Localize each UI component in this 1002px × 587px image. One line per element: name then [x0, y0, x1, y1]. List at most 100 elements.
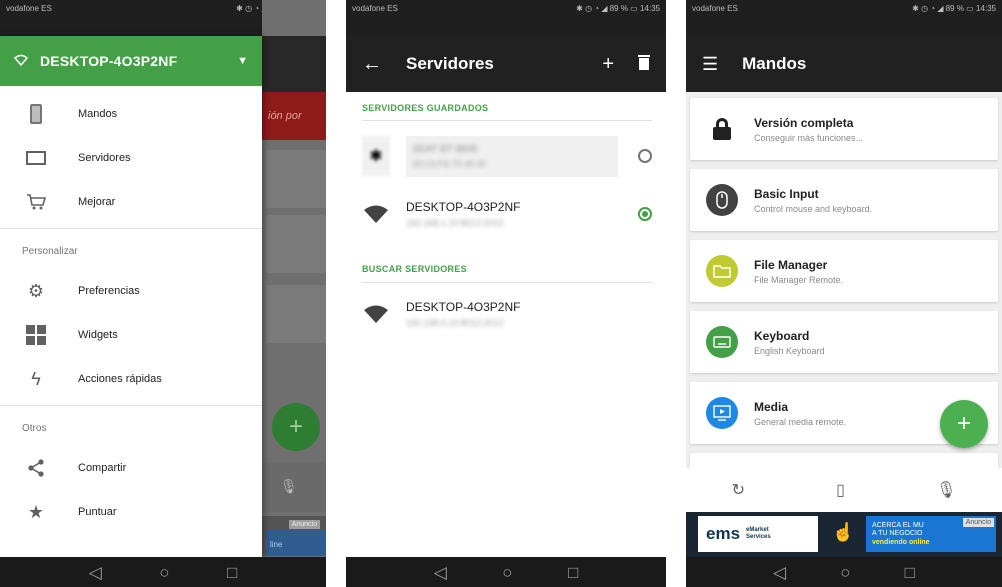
phone-screen-servers: vodafone ES ✱ ◷ ◔ ◢ 89 % ▭ 14:35 ← Servi…: [346, 0, 666, 587]
phone-screen-remotes: vodafone ES ✱ ◷ ◔ ◢ 89 % ▭ 14:35 ☰ Mando…: [686, 0, 1002, 587]
divider: [362, 120, 652, 121]
share-icon: [22, 459, 50, 477]
remote-subtitle: English Keyboard: [754, 345, 825, 356]
saved-server-row[interactable]: DESKTOP-4O3P2NF 192.168.1.10:8012:2012: [362, 188, 652, 240]
carrier-label: vodafone ES: [352, 4, 398, 13]
navigation-drawer: DESKTOP-4O3P2NF ▼ Mandos Servidores Mejo…: [0, 36, 262, 557]
saved-server-row[interactable]: ✱ SEAT BT 8845 30:C6:F6:75:45:4F: [362, 130, 652, 182]
ad-line: vendiendo online: [872, 538, 930, 546]
folder-icon: [706, 255, 738, 287]
home-icon[interactable]: ○: [840, 564, 850, 581]
background-banner: ión por: [262, 92, 326, 140]
server-name: DESKTOP-4O3P2NF: [406, 200, 521, 214]
drawer-item-servidores[interactable]: Servidores: [0, 136, 262, 180]
back-icon[interactable]: ◁: [773, 564, 786, 581]
server-info: SEAT BT 8845 30:C6:F6:75:45:4F: [406, 135, 618, 177]
server-info: DESKTOP-4O3P2NF 192.168.0.10:8012:2012: [406, 300, 652, 328]
mouse-icon: [706, 184, 738, 216]
mic-icon[interactable]: 🎙: [936, 480, 956, 500]
ad-brand-sub: eMarket Services: [746, 527, 771, 540]
back-icon[interactable]: ◁: [89, 564, 102, 581]
drawer-item-puntuar[interactable]: ★ Puntuar: [0, 490, 262, 534]
system-nav-bar: ◁ ○ □: [686, 557, 1002, 587]
ad-tag[interactable]: Anuncio: [962, 518, 994, 527]
trash-icon[interactable]: [638, 54, 650, 74]
remote-card-text: Versión completa Conseguir más funciones…: [754, 116, 863, 143]
drawer-item-mandos[interactable]: Mandos: [0, 92, 262, 136]
wifi-icon: [362, 205, 390, 223]
status-icons: ✱ ◷ ◔ ◢ 89 % ▭ 14:35: [912, 4, 996, 13]
remote-card-full-version[interactable]: Versión completa Conseguir más funciones…: [690, 98, 998, 160]
ad-brand-sub-line: eMarket: [746, 527, 769, 534]
remote-card-basic-input[interactable]: Basic Input Control mouse and keyboard.: [690, 169, 998, 231]
cursor-icon: ☝: [832, 522, 855, 542]
back-icon[interactable]: ◁: [434, 564, 447, 581]
status-bar: vodafone ES ✱ ◷ ◔ ◢ 89 % ▭ 14:35: [346, 0, 666, 36]
recents-icon[interactable]: □: [905, 564, 915, 581]
remote-subtitle: General media remote.: [754, 416, 847, 427]
drawer-item-label: Preferencias: [78, 285, 140, 297]
radio-button-selected[interactable]: [638, 207, 652, 221]
widgets-icon: [22, 325, 50, 345]
divider: [0, 405, 262, 406]
remote-subtitle: Control mouse and keyboard.: [754, 203, 873, 214]
remote-subtitle: File Manager Remote.: [754, 274, 844, 285]
cart-icon: [22, 193, 50, 211]
background-ad: Anuncio line: [262, 516, 326, 556]
remote-card-file-manager[interactable]: File Manager File Manager Remote.: [690, 240, 998, 302]
battery-label: 89 %: [609, 4, 628, 13]
drawer-item-label: Puntuar: [78, 506, 117, 518]
drawer-item-widgets[interactable]: Widgets: [0, 313, 262, 357]
remote-card-keyboard[interactable]: Keyboard English Keyboard: [690, 311, 998, 373]
monitor-icon: [22, 151, 50, 165]
drawer-server-name: DESKTOP-4O3P2NF: [40, 53, 178, 69]
remote-subtitle: Conseguir más funciones...: [754, 132, 864, 143]
drawer-header[interactable]: DESKTOP-4O3P2NF ▼: [0, 36, 262, 86]
drawer-item-label: Mejorar: [78, 196, 116, 208]
remote-title: Basic Input: [754, 186, 819, 201]
add-icon[interactable]: +: [602, 54, 614, 74]
drawer-item-acciones-rapidas[interactable]: ϟ Acciones rápidas: [0, 357, 262, 401]
back-arrow-icon[interactable]: ←: [362, 54, 382, 74]
ad-logo: ems eMarket Services: [698, 516, 818, 552]
remote-title: Versión completa: [754, 115, 854, 130]
wifi-icon: [362, 305, 390, 323]
remote-title: File Manager: [754, 257, 828, 272]
found-server-row[interactable]: DESKTOP-4O3P2NF 192.168.0.10:8012:2012: [362, 288, 652, 340]
add-remote-fab[interactable]: +: [940, 400, 988, 448]
app-toolbar: ← Servidores +: [346, 36, 666, 92]
background-app: ión por + 🎙 Anuncio line: [262, 0, 326, 557]
drawer-item-label: Widgets: [78, 329, 118, 341]
recents-icon[interactable]: □: [568, 564, 578, 581]
remote-card-text: Keyboard English Keyboard: [754, 329, 825, 356]
ad-text: line: [266, 530, 326, 556]
app-toolbar: ☰ Mandos: [686, 36, 1002, 92]
recents-icon[interactable]: □: [227, 564, 237, 581]
background-toolbar: [262, 36, 326, 92]
wifi-icon: [13, 53, 29, 69]
drawer-item-preferencias[interactable]: ⚙ Preferencias: [0, 269, 262, 313]
refresh-icon[interactable]: ↻: [732, 480, 745, 500]
mic-icon: 🎙: [280, 478, 298, 494]
gear-icon: ⚙: [27, 280, 45, 301]
dropdown-caret-icon[interactable]: ▼: [237, 55, 248, 67]
status-bar: vodafone ES ✱ ◷ ◔ ◢ 89 % ▭ 14:35: [686, 0, 1002, 36]
lightning-icon: ϟ: [31, 368, 41, 389]
home-icon[interactable]: ○: [159, 564, 169, 581]
carrier-label: vodafone ES: [6, 4, 52, 13]
ad-banner[interactable]: ems eMarket Services ☝ ACERCA EL MU A TU…: [686, 512, 1002, 557]
divider: [362, 282, 652, 283]
carrier-label: vodafone ES: [692, 4, 738, 13]
star-icon: ★: [27, 501, 45, 522]
menu-icon[interactable]: ☰: [702, 55, 718, 73]
bluetooth-icon: ✱: [362, 136, 390, 176]
remote-card-text: File Manager File Manager Remote.: [754, 258, 843, 285]
section-other: Otros: [22, 422, 47, 434]
drawer-item-mejorar[interactable]: Mejorar: [0, 180, 262, 224]
drawer-item-compartir[interactable]: Compartir: [0, 446, 262, 490]
server-name: SEAT BT 8845: [412, 143, 478, 155]
vibrate-icon[interactable]: ▯: [836, 480, 845, 500]
radio-button[interactable]: [638, 149, 652, 163]
background-card: [266, 285, 326, 343]
home-icon[interactable]: ○: [502, 564, 512, 581]
